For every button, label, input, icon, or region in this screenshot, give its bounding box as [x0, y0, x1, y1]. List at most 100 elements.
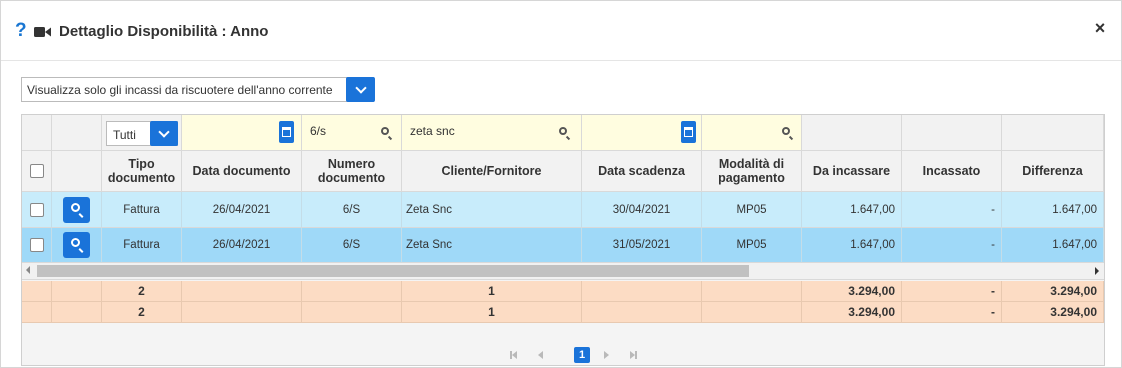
dialog-header: ? Dettaglio Disponibilità : Anno × — [1, 1, 1121, 61]
last-page-icon[interactable] — [630, 351, 637, 359]
row-checkbox-cell — [22, 228, 52, 263]
totals-cell-empty — [22, 302, 52, 323]
filter-cell-checkbox — [22, 115, 52, 151]
cell-data-documento: 26/04/2021 — [182, 192, 302, 228]
totals-incassato: - — [902, 302, 1002, 323]
cell-differenza: 1.647,00 — [1002, 228, 1104, 263]
cell-data-scadenza: 31/05/2021 — [582, 228, 702, 263]
cell-numero-documento: 6/S — [302, 228, 402, 263]
search-icon[interactable] — [559, 127, 567, 135]
row-checkbox[interactable] — [29, 202, 44, 217]
horizontal-scrollbar[interactable] — [22, 263, 1104, 280]
totals-cell-empty — [182, 281, 302, 302]
filter-cell-cliente-fornitore[interactable]: zeta snc — [402, 115, 582, 151]
table-row[interactable]: Fattura 26/04/2021 6/S Zeta Snc 30/04/20… — [22, 192, 1104, 228]
filter-cell-differenza — [1002, 115, 1104, 151]
row-detail-search-button[interactable] — [63, 196, 90, 223]
totals-cell-empty — [22, 281, 52, 302]
cell-tipo-documento: Fattura — [102, 192, 182, 228]
cell-incassato: - — [902, 192, 1002, 228]
data-grid: Tutti 6/s zeta snc Tipo documento Data d… — [21, 114, 1105, 366]
previous-page-icon[interactable] — [538, 351, 543, 359]
cell-da-incassare: 1.647,00 — [802, 228, 902, 263]
help-icon[interactable]: ? — [15, 20, 27, 42]
search-icon[interactable] — [782, 127, 790, 135]
cell-cliente-fornitore: Zeta Snc — [402, 192, 582, 228]
grid-filter-row: Tutti 6/s zeta snc — [22, 115, 1104, 151]
cell-da-incassare: 1.647,00 — [802, 192, 902, 228]
filter-cell-action — [52, 115, 102, 151]
filter-cell-da-incassare — [802, 115, 902, 151]
header-tipo-documento[interactable]: Tipo documento — [102, 151, 182, 192]
current-page-button[interactable]: 1 — [574, 347, 590, 363]
pagination: 1 — [506, 345, 637, 365]
cliente-fornitore-filter-value: zeta snc — [410, 124, 455, 138]
cell-modalita-pagamento: MP05 — [702, 228, 802, 263]
period-filter-select[interactable]: Visualizza solo gli incassi da riscuoter… — [21, 77, 375, 102]
cell-differenza: 1.647,00 — [1002, 192, 1104, 228]
video-camera-icon — [34, 27, 51, 37]
cell-data-documento: 26/04/2021 — [182, 228, 302, 263]
totals-incassato: - — [902, 281, 1002, 302]
calendar-icon — [282, 127, 291, 137]
scroll-left-arrow-icon[interactable] — [26, 266, 30, 274]
totals-row: 2 1 3.294,00 - 3.294,00 — [22, 281, 1104, 302]
period-filter-value: Visualizza solo gli incassi da riscuoter… — [27, 83, 333, 97]
next-page-icon[interactable] — [604, 351, 609, 359]
totals-tipo-documento: 2 — [102, 302, 182, 323]
select-all-checkbox[interactable] — [29, 164, 44, 178]
grid-pager: 1 — [22, 323, 1104, 365]
totals-row: 2 1 3.294,00 - 3.294,00 — [22, 302, 1104, 323]
row-action-cell — [52, 228, 102, 263]
numero-documento-filter-value: 6/s — [310, 124, 327, 138]
first-page-icon[interactable] — [510, 351, 517, 359]
header-cliente-fornitore[interactable]: Cliente/Fornitore — [402, 151, 582, 192]
period-filter-dropdown-button[interactable] — [346, 77, 375, 102]
totals-cliente-fornitore: 1 — [402, 302, 582, 323]
header-data-documento[interactable]: Data documento — [182, 151, 302, 192]
dialog-title: Dettaglio Disponibilità : Anno — [59, 23, 269, 40]
search-icon — [71, 202, 80, 212]
close-icon[interactable]: × — [1092, 18, 1108, 38]
totals-cell-empty — [582, 281, 702, 302]
scrollbar-thumb[interactable] — [37, 265, 749, 277]
totals-da-incassare: 3.294,00 — [802, 302, 902, 323]
totals-tipo-documento: 2 — [102, 281, 182, 302]
chevron-down-icon — [354, 81, 367, 94]
row-checkbox[interactable] — [29, 238, 44, 252]
table-row[interactable]: Fattura 26/04/2021 6/S Zeta Snc 31/05/20… — [22, 228, 1104, 263]
data-documento-calendar-button[interactable] — [279, 121, 294, 143]
filter-cell-data-scadenza[interactable] — [582, 115, 702, 151]
totals-cell-empty — [182, 302, 302, 323]
row-detail-search-button[interactable] — [63, 232, 90, 258]
search-icon[interactable] — [381, 127, 389, 135]
totals-cell-empty — [52, 302, 102, 323]
cell-tipo-documento: Fattura — [102, 228, 182, 263]
filter-cell-data-documento[interactable] — [182, 115, 302, 151]
search-icon — [71, 238, 80, 247]
cell-data-scadenza: 30/04/2021 — [582, 192, 702, 228]
scroll-right-arrow-icon[interactable] — [1095, 267, 1099, 275]
data-scadenza-calendar-button[interactable] — [681, 121, 696, 143]
filter-cell-numero-documento[interactable]: 6/s — [302, 115, 402, 151]
totals-cell-empty — [52, 281, 102, 302]
header-modalita-pagamento[interactable]: Modalità di pagamento — [702, 151, 802, 192]
cell-incassato: - — [902, 228, 1002, 263]
header-incassato[interactable]: Incassato — [902, 151, 1002, 192]
filter-cell-modalita-pagamento[interactable] — [702, 115, 802, 151]
tipo-documento-dropdown-button[interactable] — [150, 121, 178, 146]
tipo-documento-filter-value: Tutti — [113, 128, 136, 142]
header-numero-documento[interactable]: Numero documento — [302, 151, 402, 192]
totals-cell-empty — [302, 281, 402, 302]
totals-cell-empty — [302, 302, 402, 323]
tipo-documento-filter-select[interactable]: Tutti — [106, 121, 178, 146]
cell-numero-documento: 6/S — [302, 192, 402, 228]
header-data-scadenza[interactable]: Data scadenza — [582, 151, 702, 192]
calendar-icon — [684, 127, 693, 137]
header-differenza[interactable]: Differenza — [1002, 151, 1104, 192]
totals-differenza: 3.294,00 — [1002, 302, 1104, 323]
totals-differenza: 3.294,00 — [1002, 281, 1104, 302]
cell-cliente-fornitore: Zeta Snc — [402, 228, 582, 263]
header-da-incassare[interactable]: Da incassare — [802, 151, 902, 192]
dialog: ? Dettaglio Disponibilità : Anno × Visua… — [0, 0, 1122, 368]
